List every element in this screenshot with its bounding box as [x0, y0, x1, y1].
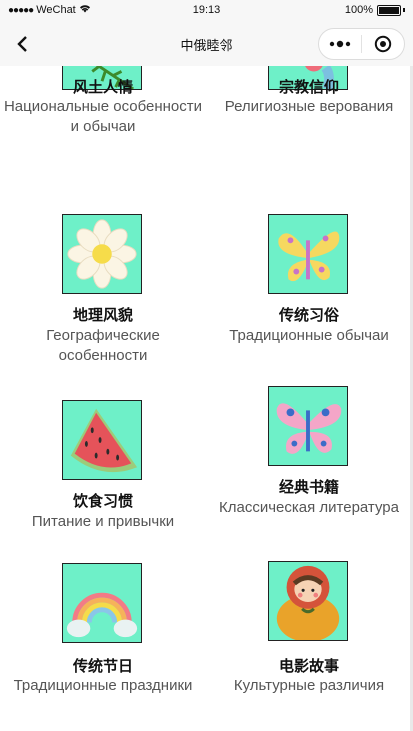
category-subtitle: Религиозные верования	[224, 98, 394, 115]
miniprogram-capsule	[318, 28, 405, 60]
category-card-geography[interactable]: 地理风貌 Географические особенности	[0, 214, 206, 374]
close-button[interactable]	[362, 29, 404, 59]
category-title: 地理风貌	[72, 307, 133, 324]
more-button[interactable]	[319, 29, 361, 59]
matryoshka-icon	[268, 561, 348, 641]
category-card-food[interactable]: 饮食习惯 Питание и привычки	[0, 400, 206, 540]
battery-percent: 100%	[344, 4, 373, 16]
daisy-icon	[62, 214, 142, 294]
battery-icon	[377, 4, 401, 16]
category-card-books[interactable]: 经典书籍 Классическая литература	[206, 386, 412, 526]
category-card-customs[interactable]: 风土人情 Национальные особенности и обычаи	[0, 66, 206, 135]
target-close-icon	[374, 35, 392, 53]
category-title: 宗教信仰	[278, 79, 339, 96]
category-subtitle: Культурные различия	[233, 677, 385, 694]
category-card-traditions[interactable]: 传统习俗 Традиционные обычаи	[206, 214, 412, 374]
pink-butterfly-icon	[268, 386, 348, 466]
category-subtitle: Национальные особенности и обычаи	[3, 98, 203, 135]
battery-cap	[403, 8, 405, 12]
category-subtitle: Питание и привычки	[31, 513, 175, 530]
category-subtitle: Традиционные праздники	[13, 677, 193, 694]
nav-bar: 中俄睦邻	[0, 22, 413, 66]
yellow-butterfly-icon	[268, 214, 348, 294]
watermelon-icon	[62, 400, 142, 480]
category-grid[interactable]: 风土人情 Национальные особенности и обычаи 宗…	[0, 66, 413, 731]
category-title: 电影故事	[278, 658, 339, 675]
category-card-films[interactable]: 电影故事 Культурные различия	[206, 561, 412, 701]
category-subtitle: Классическая литература	[219, 499, 399, 516]
category-subtitle: Географические особенности	[46, 327, 160, 364]
status-bar: ●●●●● WeChat 19:13 100%	[0, 0, 413, 22]
category-card-festivals[interactable]: 传统节日 Традиционные праздники	[0, 563, 206, 723]
category-title: 经典书籍	[278, 479, 339, 496]
more-dots-icon	[329, 40, 351, 48]
category-title: 饮食习惯	[72, 493, 133, 510]
category-title: 风土人情	[72, 79, 133, 96]
category-title: 传统节日	[72, 658, 133, 675]
rainbow-icon	[62, 563, 142, 643]
status-right: 100%	[345, 4, 405, 16]
category-subtitle: Традиционные обычаи	[229, 327, 389, 344]
category-title: 传统习俗	[278, 307, 339, 324]
category-card-religion[interactable]: 宗教信仰 Религиозные верования	[206, 66, 412, 130]
